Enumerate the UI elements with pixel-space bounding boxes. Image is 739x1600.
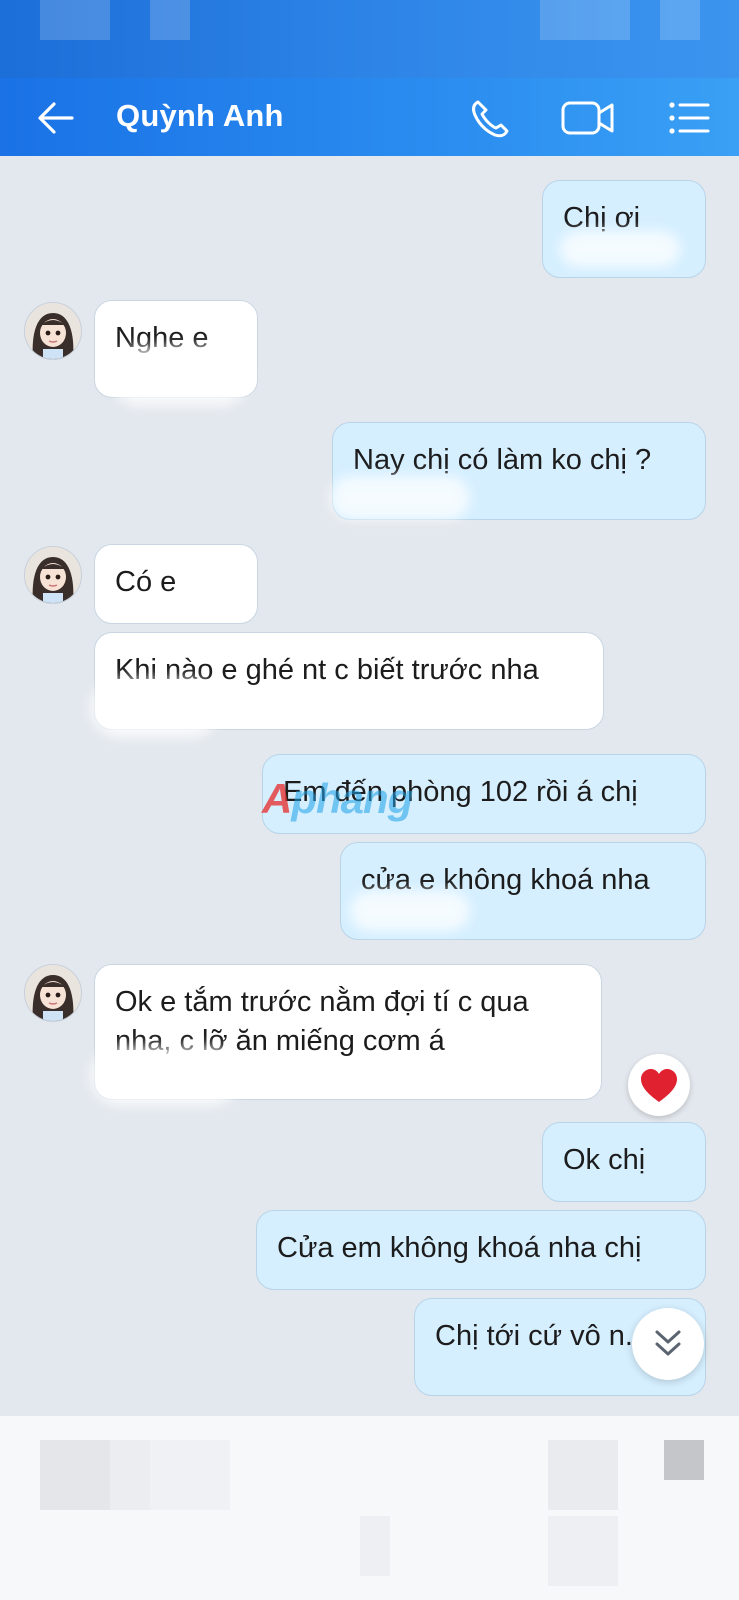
message-bubble-outgoing[interactable]: Cửa em không khoá nha chị — [256, 1210, 706, 1290]
heart-icon — [641, 1069, 677, 1102]
message-bubble-outgoing[interactable]: Ok chị — [542, 1122, 706, 1202]
message-bubble-incoming[interactable]: Có e — [94, 544, 258, 624]
watermark-logo: Aphang — [262, 775, 413, 822]
message-composer[interactable] — [0, 1416, 739, 1600]
contact-avatar[interactable] — [24, 302, 82, 360]
phone-icon[interactable] — [466, 96, 514, 140]
contact-avatar[interactable] — [24, 964, 82, 1022]
message-text: Chị tới cứ vô n... — [435, 1320, 650, 1352]
contact-name[interactable]: Quỳnh Anh — [116, 98, 284, 134]
message-text: Ok chị — [563, 1144, 646, 1176]
message-text: Cửa em không khoá nha chị — [277, 1232, 642, 1264]
heart-reaction[interactable] — [628, 1054, 690, 1116]
status-bar — [0, 0, 739, 78]
scroll-to-bottom-button[interactable] — [632, 1308, 704, 1380]
message-text: Có e — [115, 566, 177, 598]
chat-header: Quỳnh Anh — [0, 78, 739, 156]
message-text: Nay chị có làm ko chị ? — [353, 444, 652, 476]
arrow-left-icon[interactable] — [34, 98, 78, 138]
list-menu-icon[interactable] — [666, 96, 714, 140]
double-chevron-down-icon — [655, 1330, 681, 1356]
video-camera-icon[interactable] — [560, 96, 616, 140]
message-text: Chị ơi — [563, 202, 641, 234]
contact-avatar[interactable] — [24, 546, 82, 604]
